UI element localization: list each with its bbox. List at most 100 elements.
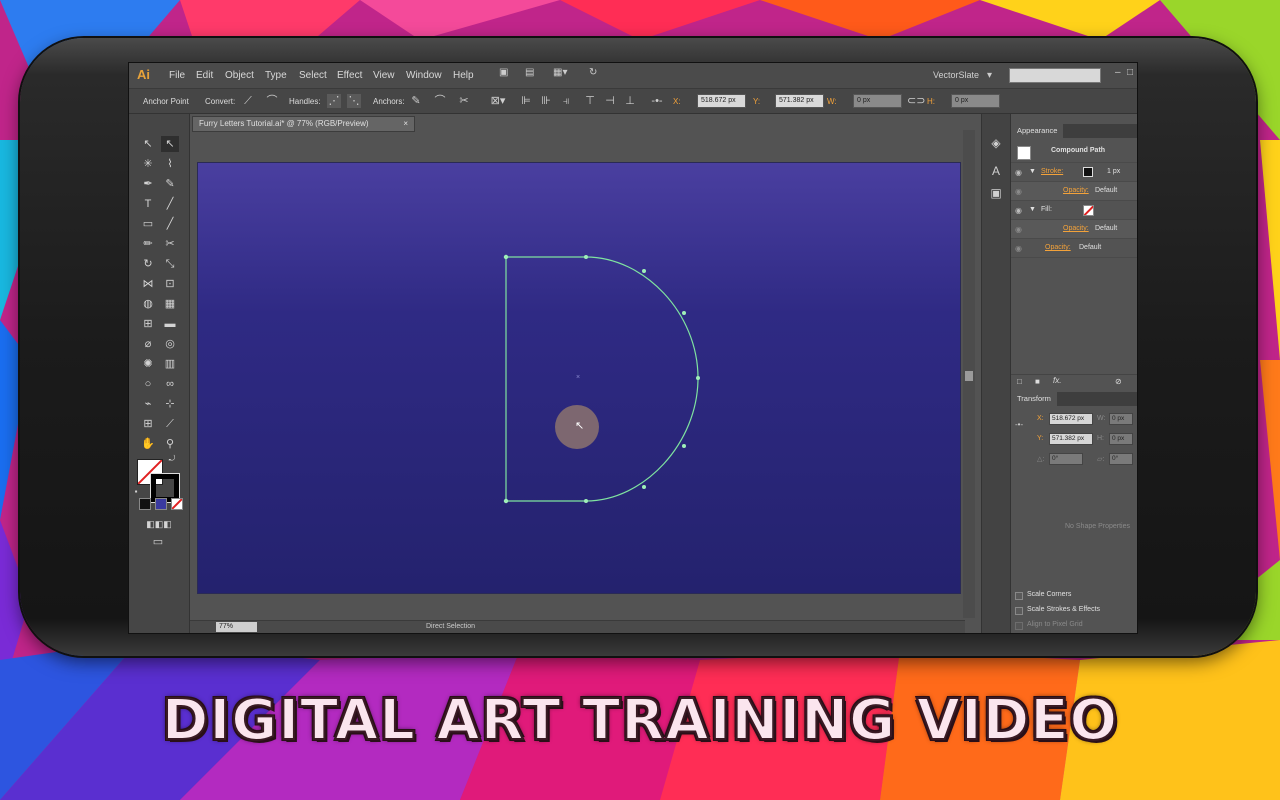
selection-tool-icon[interactable]: ↖ [139,136,157,152]
bridge-icon[interactable]: ▣ [499,68,508,78]
ellipse-tool-icon[interactable]: ○ [139,376,157,392]
fx-icon[interactable]: fx. [1053,376,1061,385]
transform-tab[interactable]: Transform [1011,392,1137,406]
rotate-field[interactable]: 0° [1049,453,1083,465]
hand-tool-icon[interactable]: ✋ [139,436,157,452]
shear-field[interactable]: 0° [1109,453,1133,465]
stroke-opacity-row[interactable]: ◉ Opacity: Default [1011,182,1137,201]
object-opacity-label[interactable]: Opacity: [1045,244,1071,251]
object-opacity-row[interactable]: ◉ Opacity: Default [1011,239,1137,258]
paintbrush-icon[interactable]: ╱ [161,216,179,232]
direct-selection-tool-icon[interactable]: ↖ [161,136,179,152]
layers-icon[interactable]: ◈ [987,134,1005,152]
gradient-mode-icon[interactable] [155,498,167,510]
artboards-icon[interactable]: ▣ [987,184,1005,202]
gpu-icon[interactable]: ↻ [589,68,598,78]
artboard[interactable]: × ↖ [197,162,961,594]
x-field[interactable]: 518.672 px [697,94,746,108]
screen-mode-icon[interactable]: ▭ [149,534,167,550]
menu-edit[interactable]: Edit [196,70,213,81]
fill-opacity-row[interactable]: ◉ Opacity: Default [1011,220,1137,239]
width-tool-icon[interactable]: ⋈ [139,276,157,292]
lasso-icon[interactable]: ⌇ [161,156,179,172]
stock-icon[interactable]: ▤ [525,68,534,78]
zoom-field[interactable]: 77% [216,622,257,632]
perspective-grid-icon[interactable]: ▦ [161,296,179,312]
search-input[interactable] [1009,68,1101,83]
document-tab[interactable]: Furry Letters Tutorial.ai* @ 77% (RGB/Pr… [192,116,415,132]
clear-appearance-icon[interactable]: ⊘ [1115,377,1122,386]
convert-smooth-icon[interactable]: ⌒ [265,94,279,108]
align-left-icon[interactable]: ⊫ [519,94,533,108]
visibility-eye-icon[interactable]: ◉ [1015,206,1022,215]
none-mode-icon[interactable] [171,498,183,510]
mesh-tool-icon[interactable]: ⊞ [139,316,157,332]
visibility-eye-icon[interactable]: ◉ [1015,244,1022,253]
maximize-icon[interactable]: □ [1127,68,1136,78]
draw-modes-icon[interactable]: ◧◧◧ [137,516,181,532]
fill-opacity-label[interactable]: Opacity: [1063,225,1089,232]
cut-path-icon[interactable]: ✂ [457,94,471,108]
show-handles-icon[interactable]: ⋰ [327,94,341,108]
scissors-icon[interactable]: ✂ [161,236,179,252]
visibility-eye-icon[interactable]: ◉ [1015,225,1022,234]
magic-wand-icon[interactable]: ✳ [139,156,157,172]
workspace-chevron-icon[interactable]: ▾ [987,71,996,81]
w-field[interactable]: 0 px [853,94,902,108]
eraser-icon[interactable]: ⌁ [139,396,157,412]
align-top-icon[interactable]: ⊤ [583,94,597,108]
add-fill-icon[interactable]: ■ [1035,377,1040,386]
shape-builder-icon[interactable]: ◍ [139,296,157,312]
align-right-icon[interactable]: ⫣ [559,94,573,108]
transform-reference-icon[interactable]: -•- [1015,420,1023,429]
character-icon[interactable]: A [987,162,1005,180]
knife-tool-icon[interactable]: ⟋ [161,416,179,432]
fill-none-swatch[interactable] [1083,205,1094,216]
transform-y-field[interactable]: 571.382 px [1049,433,1093,445]
transform-x-field[interactable]: 518.672 px [1049,413,1093,425]
pencil-icon[interactable]: ✏ [139,236,157,252]
color-mode-icon[interactable] [139,498,151,510]
visibility-eye-icon[interactable]: ◉ [1015,168,1022,177]
align-center-icon[interactable]: ⊪ [539,94,553,108]
scale-corners-checkbox[interactable] [1015,592,1023,600]
stroke-row[interactable]: ◉ ▼ Stroke: 1 px [1011,163,1137,182]
eyedropper-icon[interactable]: ⌀ [139,336,157,352]
fill-row[interactable]: ◉ ▼ Fill: [1011,201,1137,220]
stroke-label[interactable]: Stroke: [1041,168,1063,175]
menu-object[interactable]: Object [225,70,254,81]
zoom-tool-icon[interactable]: ⚲ [161,436,179,452]
add-stroke-icon[interactable]: □ [1017,377,1022,386]
minimize-icon[interactable]: – [1115,68,1124,78]
appearance-tab[interactable]: Appearance [1011,124,1137,138]
column-graph-icon[interactable]: ▥ [161,356,179,372]
menu-effect[interactable]: Effect [337,70,362,81]
menu-select[interactable]: Select [299,70,327,81]
scrollbar-thumb[interactable] [965,371,973,381]
hide-handles-icon[interactable]: ⋱ [347,94,361,108]
h-field[interactable]: 0 px [951,94,1000,108]
align-pixel-checkbox[interactable] [1015,622,1023,630]
scale-tool-icon[interactable]: ⤡ [161,256,179,272]
gradient-tool-icon[interactable]: ▬ [161,316,179,332]
stroke-swatch-small[interactable] [1083,167,1093,177]
swap-colors-icon[interactable]: ⤾ [167,451,177,467]
close-tab-icon[interactable]: × [403,117,408,131]
slice-tool-icon[interactable]: ⊹ [161,396,179,412]
pen-tool-icon[interactable]: ✒ [139,176,157,192]
live-paint-icon[interactable]: ∞ [161,376,179,392]
artboard-tool-icon[interactable]: ⊞ [139,416,157,432]
menu-help[interactable]: Help [453,70,474,81]
line-tool-icon[interactable]: ╱ [161,196,179,212]
menu-view[interactable]: View [373,70,395,81]
menu-file[interactable]: File [169,70,185,81]
vertical-scrollbar[interactable] [963,130,975,618]
expand-stroke-icon[interactable]: ▼ [1029,168,1036,175]
align-middle-icon[interactable]: ⊣ [603,94,617,108]
transform-h-field[interactable]: 0 px [1109,433,1133,445]
isolate-icon[interactable]: ⊠▾ [487,94,509,108]
menu-type[interactable]: Type [265,70,287,81]
visibility-eye-icon[interactable]: ◉ [1015,187,1022,196]
remove-anchor-icon[interactable]: ✎ [409,94,423,108]
stroke-opacity-label[interactable]: Opacity: [1063,187,1089,194]
